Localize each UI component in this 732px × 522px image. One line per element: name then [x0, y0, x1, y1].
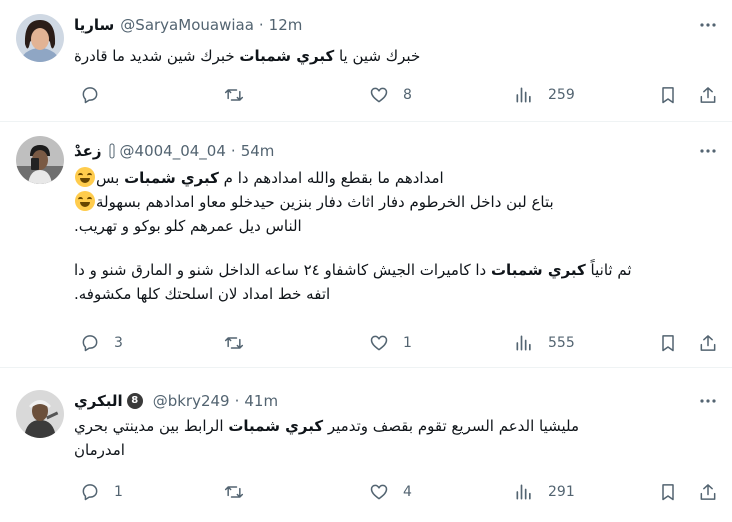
hashtag-text[interactable]: كبري شمبات — [124, 169, 219, 187]
reply-button[interactable]: 1 — [80, 479, 123, 505]
views-chart-icon — [516, 87, 531, 103]
views-button[interactable]: 291 — [514, 479, 575, 505]
retweet-icon — [224, 486, 244, 498]
count-badge: 8 — [126, 393, 143, 409]
laughing-emoji-icon — [75, 191, 95, 211]
text-line: ثم ثانياً كبري شمبات دا كاميرات الجيش كا… — [74, 261, 632, 279]
share-button[interactable] — [698, 479, 718, 505]
bookmark-icon — [662, 484, 674, 501]
reply-icon — [82, 87, 98, 104]
views-button[interactable]: 555 — [514, 330, 575, 356]
verified-icon — [108, 143, 116, 159]
text-line: اتفه خط امداد لان اسلحتك كلها مكشوفه. — [74, 285, 331, 303]
tweet[interactable]: ساريا @SaryaMouawiaa · 12m خبرك شين يا ك… — [0, 0, 732, 122]
like-button[interactable]: 4 — [369, 479, 412, 505]
share-button[interactable] — [698, 82, 718, 108]
bookmark-button[interactable] — [658, 479, 678, 505]
views-count: 291 — [548, 484, 575, 500]
bookmark-button[interactable] — [658, 82, 678, 108]
retweet-icon — [224, 89, 244, 101]
views-count: 259 — [548, 87, 575, 103]
heart-icon — [370, 87, 388, 103]
more-icon[interactable] — [698, 15, 718, 35]
tweet[interactable]: البكري 8 @bkry249 · 41m مليشيا الدعم السر… — [0, 368, 732, 522]
text-line: الناس ديل عمرهم كلو بوكو و تهريب. — [74, 217, 302, 235]
laughing-emoji-icon — [75, 167, 95, 187]
share-icon — [700, 335, 716, 351]
share-icon — [700, 484, 716, 500]
reply-count: 3 — [114, 335, 123, 351]
bookmark-icon — [662, 335, 674, 352]
reply-button[interactable] — [80, 82, 114, 108]
avatar[interactable] — [16, 390, 64, 438]
more-icon[interactable] — [698, 391, 718, 411]
like-count: 4 — [403, 484, 412, 500]
reply-icon — [82, 484, 98, 501]
tweet[interactable]: زعدْ @4004_04_04 · 54m امدادهم ما بقطع و… — [0, 122, 732, 368]
action-bar: 8 259 — [74, 82, 722, 108]
text-line: امدرمان — [74, 441, 125, 459]
reply-icon — [82, 335, 98, 352]
tweet-header: البكري 8 @bkry249 · 41m — [74, 390, 674, 412]
heart-icon — [370, 484, 388, 500]
hashtag-text[interactable]: كبري شمبات — [491, 261, 586, 279]
views-button[interactable]: 259 — [514, 82, 575, 108]
display-name[interactable]: زعدْ — [74, 142, 102, 160]
retweet-button[interactable] — [224, 82, 258, 108]
share-icon — [700, 87, 716, 103]
like-count: 1 — [403, 335, 412, 351]
hashtag-text[interactable]: كبري شمبات — [239, 47, 334, 65]
reply-button[interactable]: 3 — [80, 330, 123, 356]
action-bar: 3 1 555 — [74, 330, 722, 356]
action-bar: 1 4 291 — [74, 479, 722, 505]
handle[interactable]: @4004_04_04 — [120, 142, 226, 160]
display-name[interactable]: البكري 8 — [74, 392, 147, 410]
retweet-button[interactable] — [224, 479, 258, 505]
timestamp[interactable]: 54m — [241, 142, 275, 160]
bookmark-button[interactable] — [658, 330, 678, 356]
share-button[interactable] — [698, 330, 718, 356]
tweet-header: زعدْ @4004_04_04 · 54m — [74, 140, 674, 162]
more-icon[interactable] — [698, 141, 718, 161]
retweet-icon — [224, 337, 244, 349]
tweet-text: خبرك شين يا كبري شمبات خبرك شين شديد ما … — [74, 44, 716, 68]
views-chart-icon — [516, 335, 531, 351]
hashtag-text[interactable]: كبري شمبات — [228, 417, 323, 435]
views-count: 555 — [548, 335, 575, 351]
views-chart-icon — [516, 484, 531, 500]
tweet-text: مليشيا الدعم السريع تقوم بقصف وتدمير كبر… — [74, 414, 716, 462]
bookmark-icon — [662, 87, 674, 104]
avatar[interactable] — [16, 14, 64, 62]
text-line: بتاع لبن داخل الخرطوم دفار اثاث دفار بنز… — [74, 190, 716, 214]
display-name[interactable]: ساريا — [74, 16, 114, 34]
timestamp[interactable]: 12m — [269, 16, 303, 34]
tweet-text: امدادهم ما بقطع والله امدادهم دا م كبري … — [74, 166, 716, 306]
separator: · — [230, 142, 236, 160]
like-count: 8 — [403, 87, 412, 103]
separator: · — [258, 16, 264, 34]
text-line: خبرك شين يا كبري شمبات خبرك شين شديد ما … — [74, 47, 421, 65]
separator: · — [234, 392, 240, 410]
text-line: مليشيا الدعم السريع تقوم بقصف وتدمير كبر… — [74, 417, 580, 435]
heart-icon — [370, 335, 388, 351]
tweet-header: ساريا @SaryaMouawiaa · 12m — [74, 14, 674, 36]
handle[interactable]: @SaryaMouawiaa — [120, 16, 254, 34]
avatar[interactable] — [16, 136, 64, 184]
like-button[interactable]: 8 — [369, 82, 412, 108]
handle[interactable]: @bkry249 — [153, 392, 230, 410]
text-line: امدادهم ما بقطع والله امدادهم دا م كبري … — [74, 166, 716, 190]
timestamp[interactable]: 41m — [244, 392, 278, 410]
reply-count: 1 — [114, 484, 123, 500]
retweet-button[interactable] — [224, 330, 258, 356]
like-button[interactable]: 1 — [369, 330, 412, 356]
